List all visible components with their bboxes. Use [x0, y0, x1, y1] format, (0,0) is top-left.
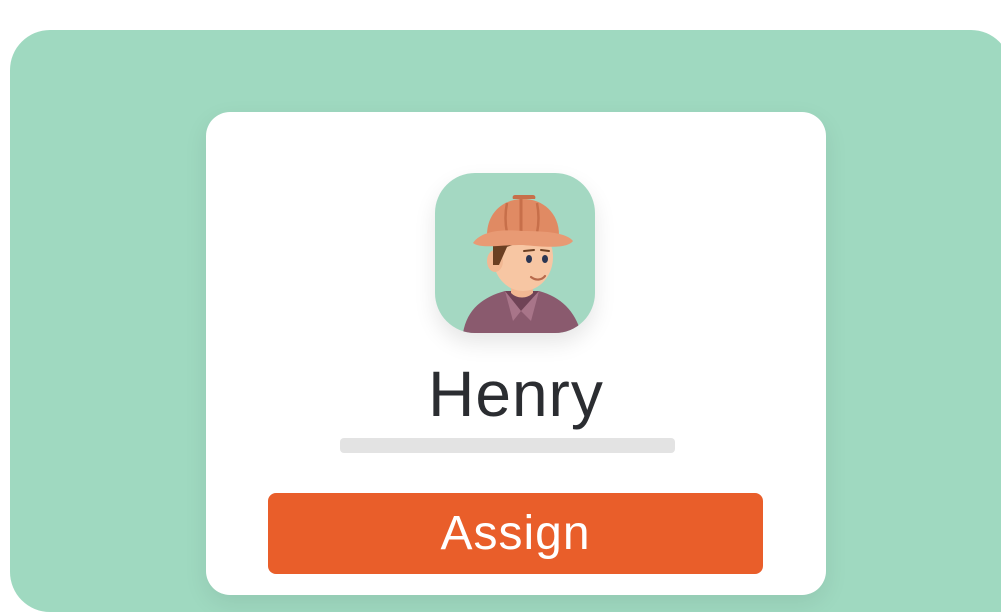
- user-card: Henry Assign: [206, 112, 826, 595]
- background-panel: Henry Assign: [10, 30, 1001, 612]
- subtitle-placeholder-bar: [340, 438, 675, 453]
- avatar: [435, 173, 595, 333]
- worker-hardhat-avatar-icon: [463, 195, 581, 333]
- assign-button[interactable]: Assign: [268, 493, 763, 574]
- user-name: Henry: [428, 358, 604, 430]
